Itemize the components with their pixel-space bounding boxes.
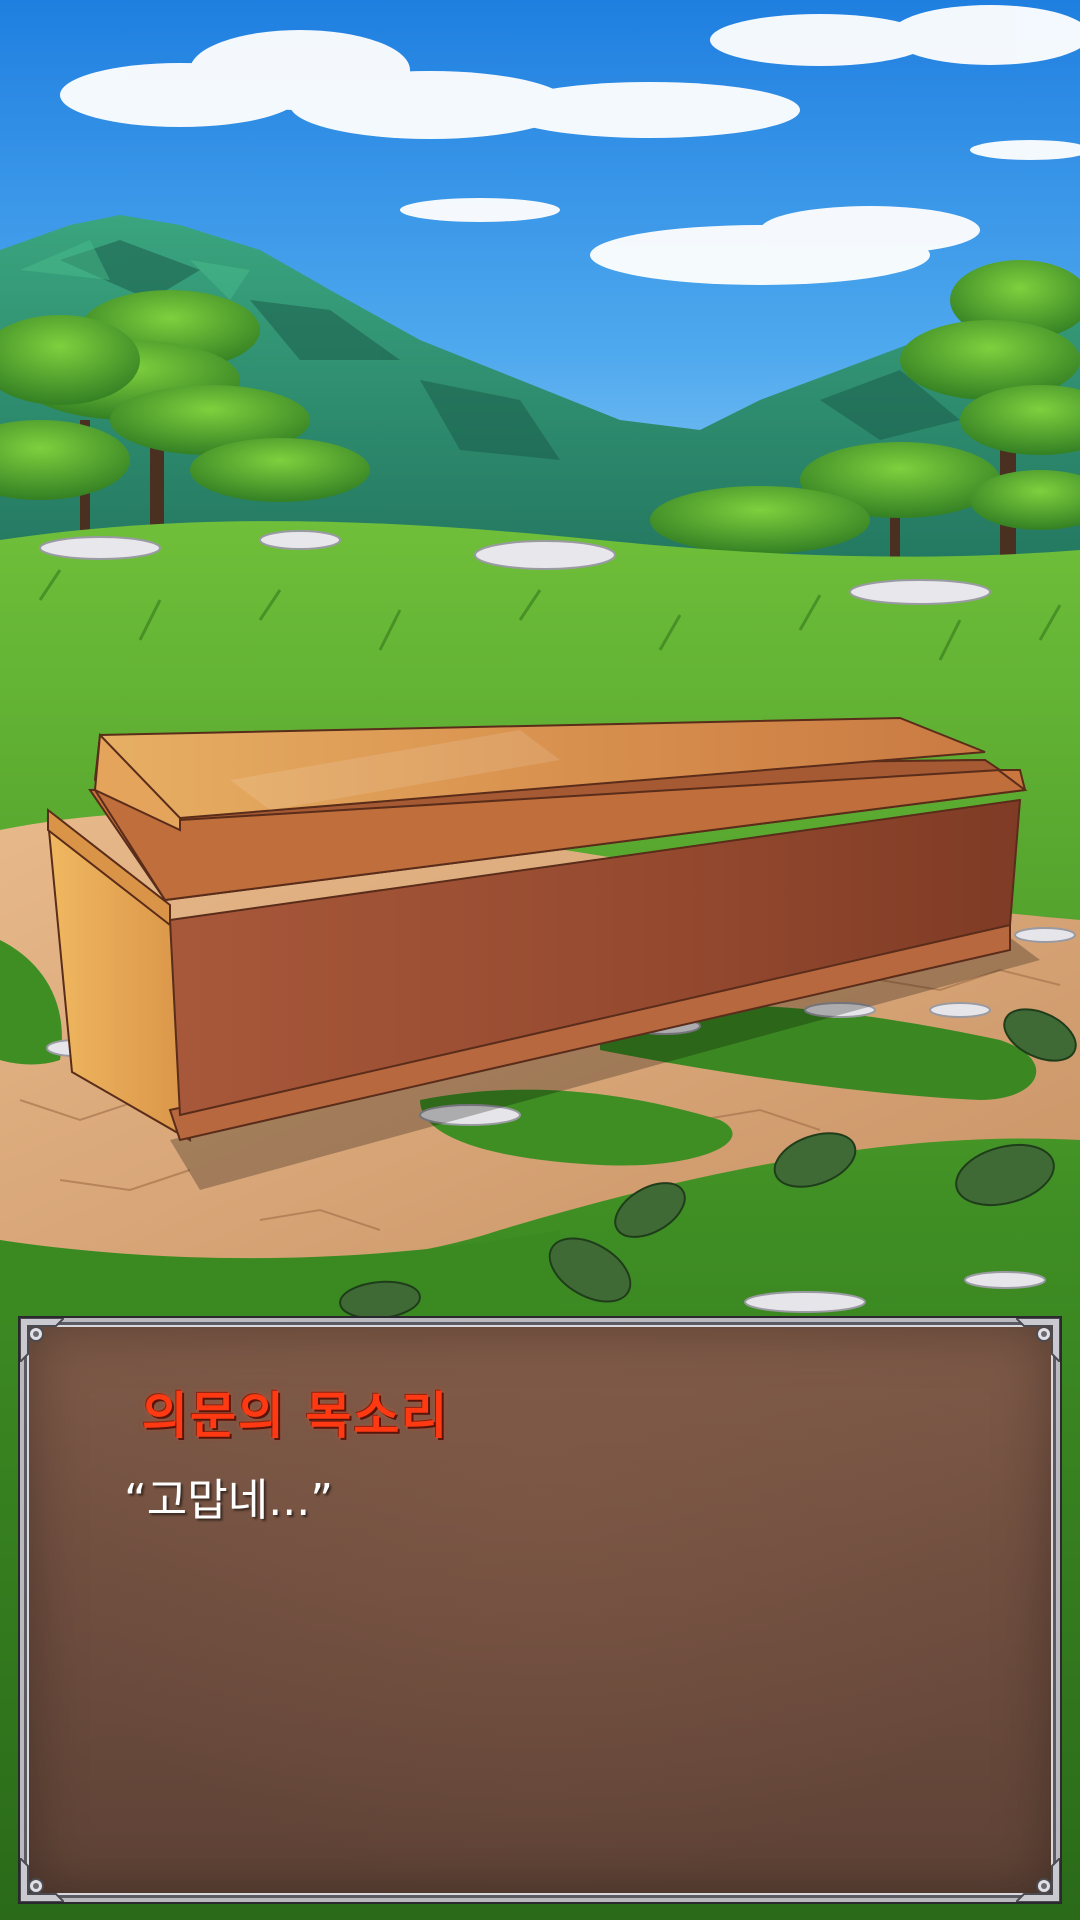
corner-ornament-icon bbox=[20, 1858, 64, 1902]
speaker-name: 의문의 목소리 bbox=[142, 1387, 450, 1445]
dialogue-text: “고맙네...” bbox=[124, 1475, 333, 1526]
dialogue-box[interactable]: 의문의 목소리 “고맙네...” bbox=[20, 1318, 1060, 1902]
corner-ornament-icon bbox=[20, 1318, 64, 1362]
corner-ornament-icon bbox=[1016, 1318, 1060, 1362]
corner-ornament-icon bbox=[1016, 1858, 1060, 1902]
game-screen[interactable]: 의문의 목소리 “고맙네...” bbox=[0, 0, 1080, 1920]
